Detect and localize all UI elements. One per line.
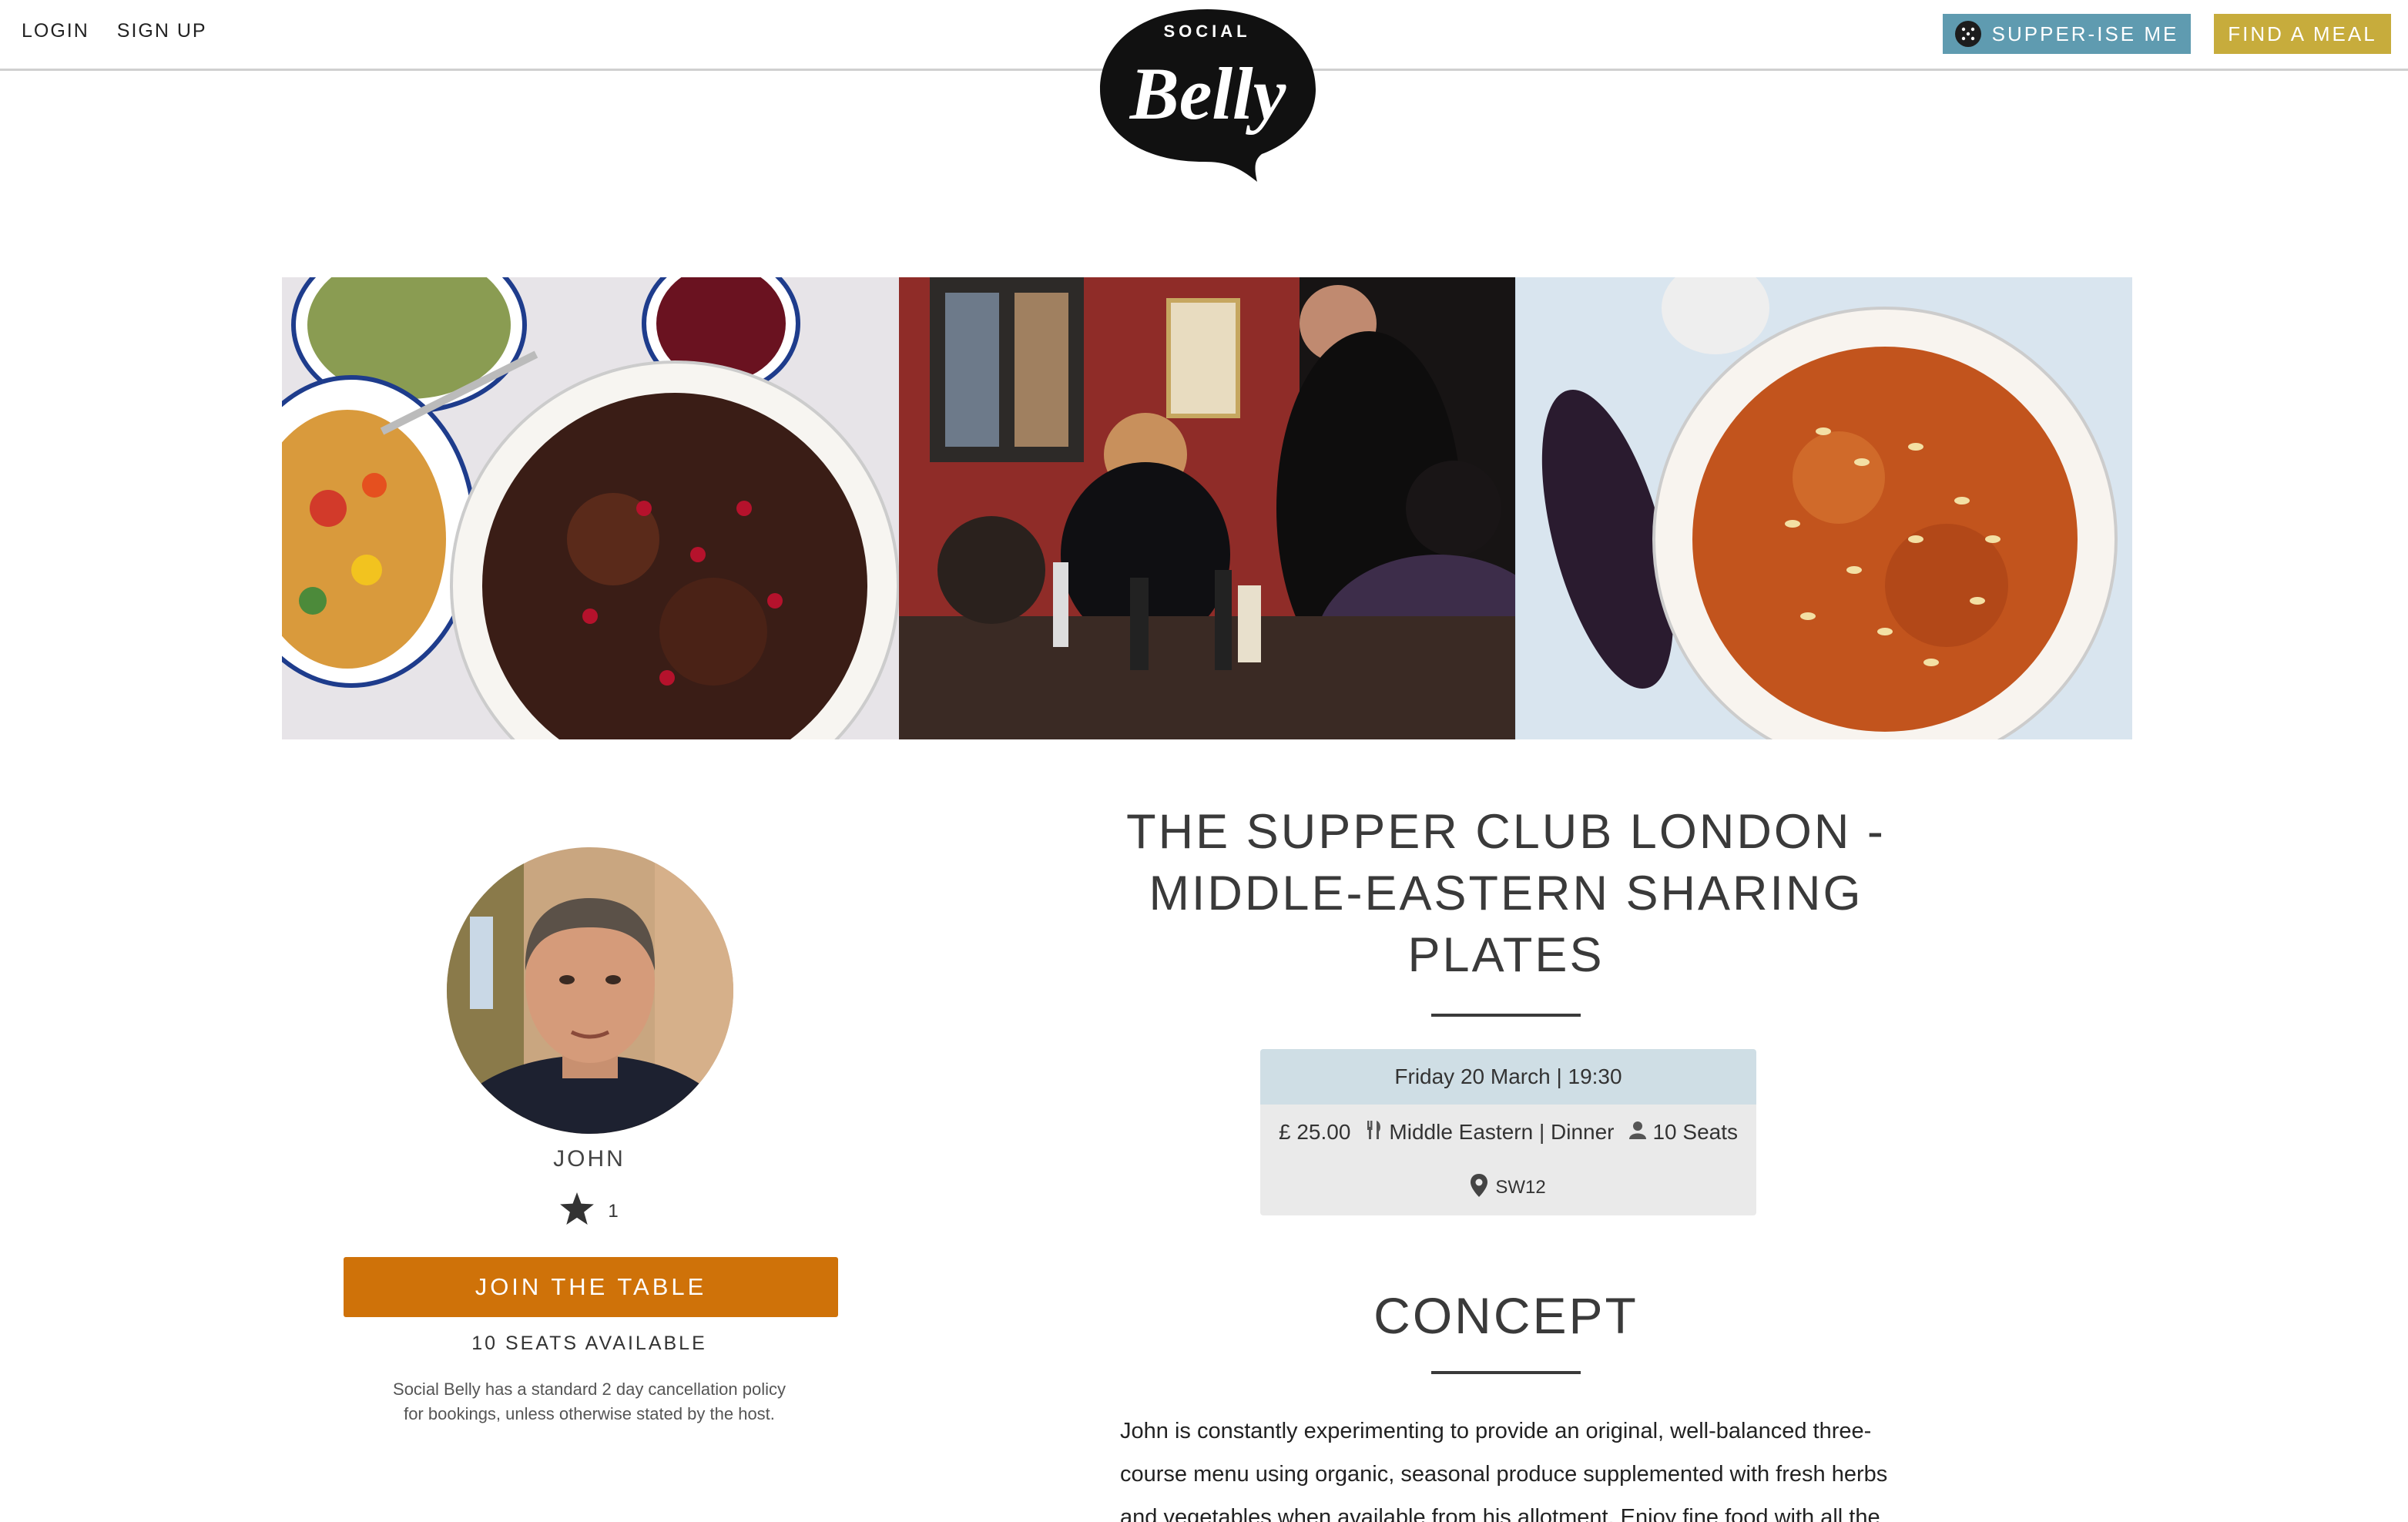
policy-line-2: for bookings, unless otherwise stated by…	[404, 1404, 775, 1423]
event-datetime: Friday 20 March | 19:30	[1260, 1049, 1756, 1105]
dice-icon	[1954, 21, 1981, 47]
event-seats: 10 Seats	[1629, 1120, 1738, 1145]
join-the-table-button[interactable]: JOIN THE TABLE	[344, 1257, 838, 1317]
login-link[interactable]: LOGIN	[22, 20, 89, 42]
svg-text:SOCIAL: SOCIAL	[1163, 22, 1250, 41]
host-name: JOHN	[553, 1146, 625, 1172]
supper-ise-me-button[interactable]: SUPPER-ISE ME	[1943, 14, 2191, 54]
cancellation-policy: Social Belly has a standard 2 day cancel…	[370, 1377, 809, 1426]
event-seats-label: 10 Seats	[1652, 1120, 1739, 1144]
concept-heading: CONCEPT	[1373, 1287, 1638, 1344]
cutlery-icon	[1366, 1119, 1383, 1146]
event-location-row: SW12	[1260, 1160, 1756, 1215]
map-pin-icon	[1471, 1173, 1488, 1202]
concept-text: John is constantly experimenting to prov…	[1120, 1419, 1888, 1522]
concept-divider	[1431, 1371, 1581, 1374]
event-cuisine: Middle Eastern | Dinner	[1366, 1119, 1614, 1146]
event-info-box: Friday 20 March | 19:30 £ 25.00 Middle E…	[1260, 1049, 1756, 1215]
event-meta-row: £ 25.00 Middle Eastern | Dinner 10 Seats	[1260, 1105, 1756, 1160]
person-icon	[1629, 1120, 1647, 1145]
host-avatar[interactable]	[447, 847, 733, 1134]
star-icon	[560, 1192, 595, 1230]
seats-available: 10 SEATS AVAILABLE	[471, 1333, 707, 1354]
event-price: £ 25.00	[1278, 1120, 1351, 1144]
svg-text:Belly: Belly	[1129, 52, 1286, 135]
food-photo-pomegranate-stew	[282, 277, 899, 739]
host-rating: 1	[339, 1192, 840, 1230]
title-divider	[1431, 1014, 1581, 1017]
dinner-party-photo	[898, 277, 1516, 739]
aubergine-dish-photo	[1515, 277, 2133, 739]
social-belly-logo[interactable]: SOCIAL Belly	[1095, 3, 1319, 185]
photo-gallery	[282, 277, 2133, 739]
nav-left: LOGIN SIGN UP	[22, 20, 207, 42]
event-location: SW12	[1495, 1177, 1546, 1198]
signup-link[interactable]: SIGN UP	[117, 20, 207, 42]
rating-count: 1	[608, 1200, 619, 1222]
supper-ise-me-label: SUPPER-ISE ME	[1991, 22, 2179, 45]
event-title: THE SUPPER CLUB LONDON - MIDDLE-EASTERN …	[1126, 805, 1886, 982]
event-cuisine-label: Middle Eastern | Dinner	[1389, 1120, 1615, 1144]
find-a-meal-button[interactable]: FIND A MEAL	[2214, 14, 2391, 54]
policy-line-1: Social Belly has a standard 2 day cancel…	[393, 1380, 786, 1399]
